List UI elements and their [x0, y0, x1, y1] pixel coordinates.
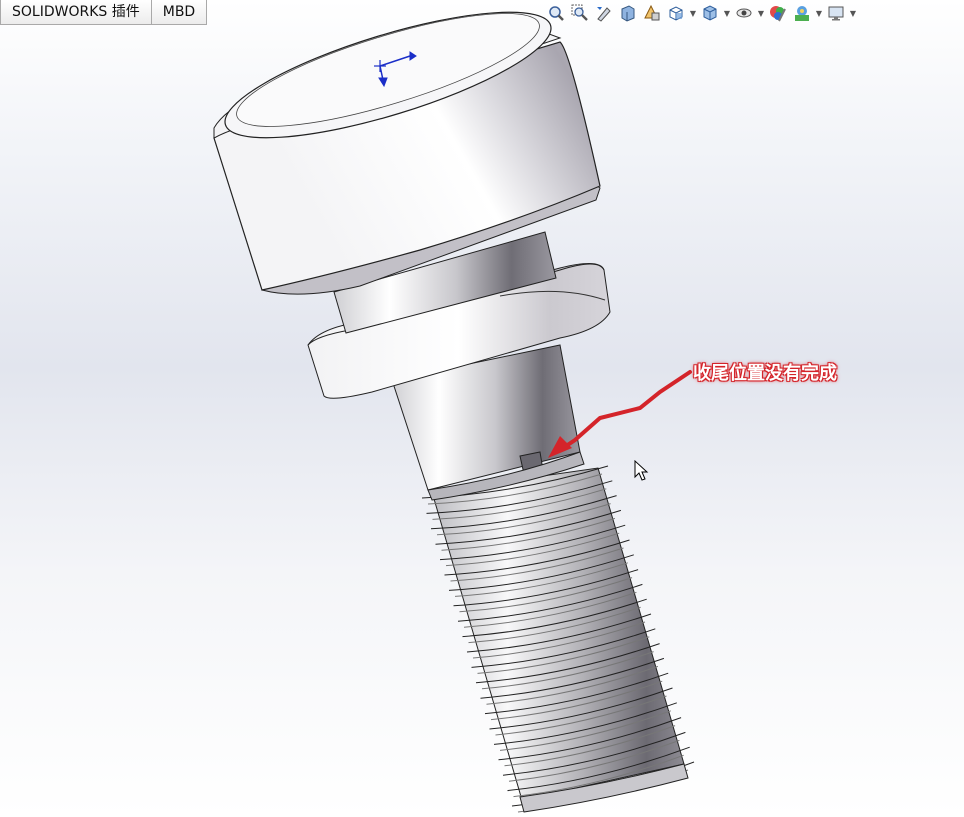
- chevron-down-icon[interactable]: ▼: [849, 3, 857, 23]
- zoom-to-area-icon[interactable]: [569, 3, 591, 23]
- hide-show-items-icon[interactable]: [733, 3, 755, 23]
- dynamic-annotation-views-icon[interactable]: [641, 3, 663, 23]
- thread-section: [421, 465, 695, 813]
- graphics-area-screw-model[interactable]: [0, 0, 964, 817]
- previous-view-icon[interactable]: [593, 3, 615, 23]
- zoom-to-fit-icon[interactable]: [545, 3, 567, 23]
- view-settings-icon[interactable]: [825, 3, 847, 23]
- chevron-down-icon[interactable]: ▼: [723, 3, 731, 23]
- chevron-down-icon[interactable]: ▼: [689, 3, 697, 23]
- display-style-icon[interactable]: [699, 3, 721, 23]
- heads-up-view-toolbar: ▼ ▼ ▼ ▼ ▼: [545, 3, 857, 23]
- tab-mbd[interactable]: MBD: [151, 0, 208, 25]
- apply-scene-icon[interactable]: [791, 3, 813, 23]
- tab-solidworks-addins[interactable]: SOLIDWORKS 插件: [0, 0, 152, 25]
- command-manager-tabs: SOLIDWORKS 插件 MBD: [0, 0, 208, 25]
- section-view-icon[interactable]: [617, 3, 639, 23]
- chevron-down-icon[interactable]: ▼: [757, 3, 765, 23]
- view-orientation-icon[interactable]: [665, 3, 687, 23]
- annotation-text: 收尾位置没有完成: [693, 363, 837, 384]
- mouse-pointer-icon: [634, 460, 649, 481]
- chevron-down-icon[interactable]: ▼: [815, 3, 823, 23]
- edit-appearance-icon[interactable]: [767, 3, 789, 23]
